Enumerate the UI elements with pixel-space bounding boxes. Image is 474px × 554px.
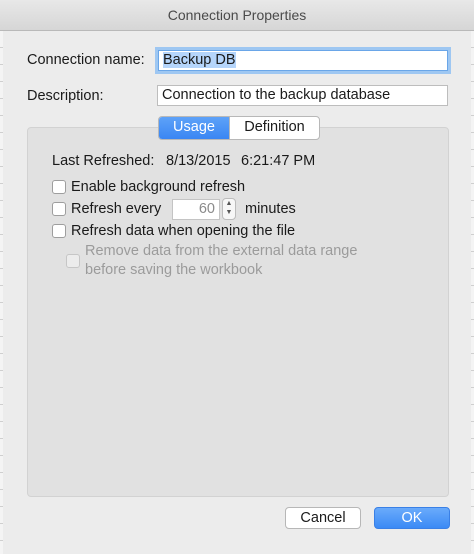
background-sheet-edge-left [0, 31, 3, 554]
tab-usage[interactable]: Usage [159, 117, 229, 139]
description-value: Connection to the backup database [162, 87, 391, 103]
last-refreshed-date: 8/13/2015 [166, 153, 231, 169]
tab-definition[interactable]: Definition [229, 117, 319, 139]
remove-data-label-line2: before saving the workbook [85, 262, 263, 278]
tab-control: Usage Definition [158, 116, 320, 140]
enable-background-refresh-checkbox[interactable] [52, 180, 66, 194]
description-field[interactable]: Connection to the backup database [157, 85, 448, 106]
connection-name-field[interactable]: Backup DB [158, 50, 448, 71]
refresh-interval-stepper[interactable]: ▲ ▼ [222, 198, 236, 220]
last-refreshed-time: 6:21:47 PM [241, 153, 316, 169]
stepper-up-icon[interactable]: ▲ [223, 199, 235, 208]
connection-name-label: Connection name: [27, 52, 145, 68]
window-title: Connection Properties [167, 7, 307, 23]
ok-button[interactable]: OK [374, 507, 450, 529]
window-titlebar: Connection Properties [0, 0, 474, 31]
refresh-on-open-label: Refresh data when opening the file [71, 223, 296, 239]
last-refreshed-label: Last Refreshed: [52, 153, 155, 169]
refresh-every-checkbox[interactable] [52, 202, 66, 216]
refresh-on-open-checkbox[interactable] [52, 224, 66, 238]
refresh-interval-field[interactable]: 60 [172, 199, 220, 220]
refresh-every-label: Refresh every [71, 201, 162, 217]
remove-data-checkbox[interactable] [66, 254, 80, 268]
refresh-every-unit: minutes [245, 201, 296, 217]
stepper-down-icon[interactable]: ▼ [223, 208, 235, 217]
connection-name-value: Backup DB [163, 52, 236, 68]
enable-background-refresh-label: Enable background refresh [71, 179, 246, 195]
remove-data-label-line1: Remove data from the external data range [85, 243, 358, 259]
cancel-button[interactable]: Cancel [285, 507, 361, 529]
description-label: Description: [27, 88, 104, 104]
